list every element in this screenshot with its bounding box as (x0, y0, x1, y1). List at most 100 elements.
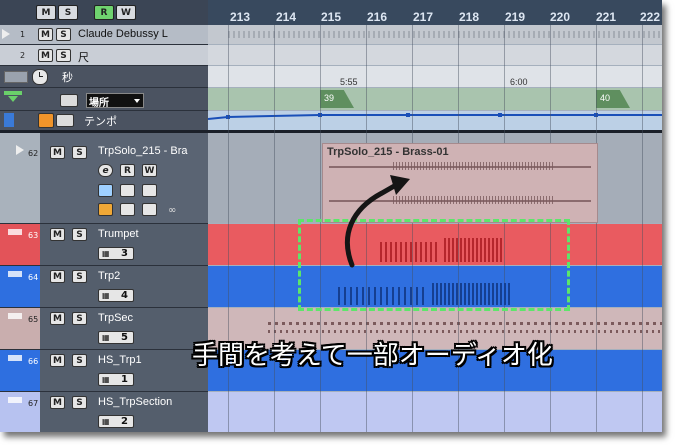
grid-icon: ▦ (102, 375, 110, 384)
audio-event-title: TrpSolo_215 - Brass-01 (327, 146, 449, 158)
mute-button[interactable]: M (38, 28, 53, 41)
track-claude[interactable]: 1 M S Claude Debussy L (0, 25, 208, 44)
bar-number: 215 (321, 10, 342, 24)
track-type-icon (8, 271, 22, 277)
output-channel-value: 4 (121, 290, 128, 301)
track-marker[interactable]: 場所 (0, 88, 208, 110)
bar-number: 213 (230, 10, 251, 24)
track-number: 65 (28, 315, 39, 324)
track-seconds[interactable]: 秒 (0, 66, 208, 87)
solo-button[interactable]: S (72, 228, 87, 241)
output-channel-value: 5 (121, 332, 128, 343)
bar-number: 221 (596, 10, 617, 24)
monitor-icon[interactable] (98, 184, 113, 197)
track-trpsolo[interactable]: 62 M S TrpSolo_215 - Bra e R W ∞ (0, 133, 208, 223)
time-label: 5:55 (340, 77, 358, 87)
global-write-button[interactable]: W (116, 5, 136, 20)
track-shaku[interactable]: 2 M S 尺 (0, 45, 208, 65)
solo-button[interactable]: S (56, 49, 71, 62)
mute-button[interactable]: M (50, 354, 65, 367)
grid-icon: ▦ (102, 249, 110, 258)
bar-number: 219 (505, 10, 526, 24)
mute-button[interactable]: M (50, 270, 65, 283)
output-channel[interactable]: ▦ 4 (98, 289, 134, 302)
read-button[interactable]: R (120, 164, 135, 177)
solo-button[interactable]: S (72, 396, 87, 409)
bar-number: 222 (640, 10, 661, 24)
lock-icon[interactable] (60, 94, 78, 107)
track-hstrpsection[interactable]: 67 M S HS_TrpSection ▦ 2 (0, 392, 208, 432)
daw-window: M S R W 1 M S Claude Debussy L 2 M S 尺 秒… (0, 0, 662, 432)
track-number: 66 (28, 357, 39, 366)
bar-ruler[interactable]: 213 214 215 216 217 218 219 220 221 222 (208, 0, 662, 25)
global-solo-button[interactable]: S (58, 5, 78, 20)
tempo-curve[interactable] (208, 111, 662, 130)
mute-button[interactable]: M (50, 396, 65, 409)
note-icon[interactable] (98, 203, 113, 216)
grid-icon: ▦ (102, 333, 110, 342)
output-channel[interactable]: ▦ 2 (98, 415, 134, 428)
bar-number: 214 (276, 10, 297, 24)
track-list: M S R W 1 M S Claude Debussy L 2 M S 尺 秒… (0, 0, 208, 432)
bar-number: 217 (413, 10, 434, 24)
bar-number: 216 (367, 10, 388, 24)
mute-button[interactable]: M (50, 228, 65, 241)
track-tempo[interactable]: テンポ (0, 111, 208, 130)
track-name: テンポ (84, 116, 117, 128)
lane-tempo (208, 111, 662, 130)
mute-button[interactable]: M (50, 146, 65, 159)
output-channel[interactable]: ▦ 1 (98, 373, 134, 386)
solo-button[interactable]: S (72, 146, 87, 159)
track-trp2[interactable]: 64 M S Trp2 ▦ 4 (0, 266, 208, 307)
mute-button[interactable]: M (38, 49, 53, 62)
lock-icon[interactable] (56, 114, 74, 127)
chevron-down-icon (134, 99, 140, 103)
track-number: 1 (20, 30, 26, 39)
output-channel[interactable]: ▦ 5 (98, 331, 134, 344)
track-number: 63 (28, 231, 39, 240)
expand-arrow-icon[interactable] (2, 29, 10, 39)
write-button[interactable]: W (142, 164, 157, 177)
track-name: Trp2 (98, 270, 121, 282)
track-type-icon (8, 229, 22, 235)
mute-button[interactable]: M (50, 312, 65, 325)
track-type-icon (8, 355, 22, 361)
curved-arrow-icon (345, 175, 410, 268)
track-name: HS_Trp1 (98, 354, 142, 366)
track-trpsec[interactable]: 65 M S TrpSec ▦ 5 (0, 308, 208, 349)
bar-number: 218 (459, 10, 480, 24)
track-hstrp1[interactable]: 66 M S HS_Trp1 ▦ 1 (0, 350, 208, 391)
marker-icon (4, 91, 22, 95)
marker-dropdown-value: 場所 (89, 98, 109, 109)
track-number: 62 (28, 149, 39, 158)
track-number: 64 (28, 273, 39, 282)
marker-dropdown[interactable]: 場所 (86, 93, 144, 109)
wave-icon[interactable] (142, 184, 157, 197)
expand-arrow-icon[interactable] (16, 145, 24, 155)
clock-icon (32, 69, 48, 85)
lane-hstrpsection (208, 392, 662, 432)
solo-button[interactable]: S (72, 270, 87, 283)
solo-button[interactable]: S (56, 28, 71, 41)
track-name: Trumpet (98, 228, 139, 240)
pan-icon[interactable] (120, 184, 135, 197)
lane-marker: 39 40 (208, 88, 662, 110)
marker-40[interactable]: 40 (596, 90, 630, 108)
solo-button[interactable]: S (72, 354, 87, 367)
power-icon[interactable] (38, 113, 54, 128)
output-channel[interactable]: ▦ 3 (98, 247, 134, 260)
track-trumpet[interactable]: 63 M S Trumpet ▦ 3 (0, 224, 208, 265)
global-read-button[interactable]: R (94, 5, 114, 20)
track-list-toolbar: M S R W (0, 0, 208, 25)
time-label: 6:00 (510, 77, 528, 87)
grid-icon: ▦ (102, 417, 110, 426)
marker-39[interactable]: 39 (320, 90, 354, 108)
global-mute-button[interactable]: M (36, 5, 56, 20)
solo-button[interactable]: S (72, 312, 87, 325)
track-number: 67 (28, 399, 39, 408)
edit-button[interactable]: e (98, 164, 113, 177)
metronome-icon (4, 113, 14, 127)
lock-icon[interactable] (120, 203, 135, 216)
freeze-icon[interactable] (142, 203, 157, 216)
track-name: HS_TrpSection (98, 396, 173, 408)
